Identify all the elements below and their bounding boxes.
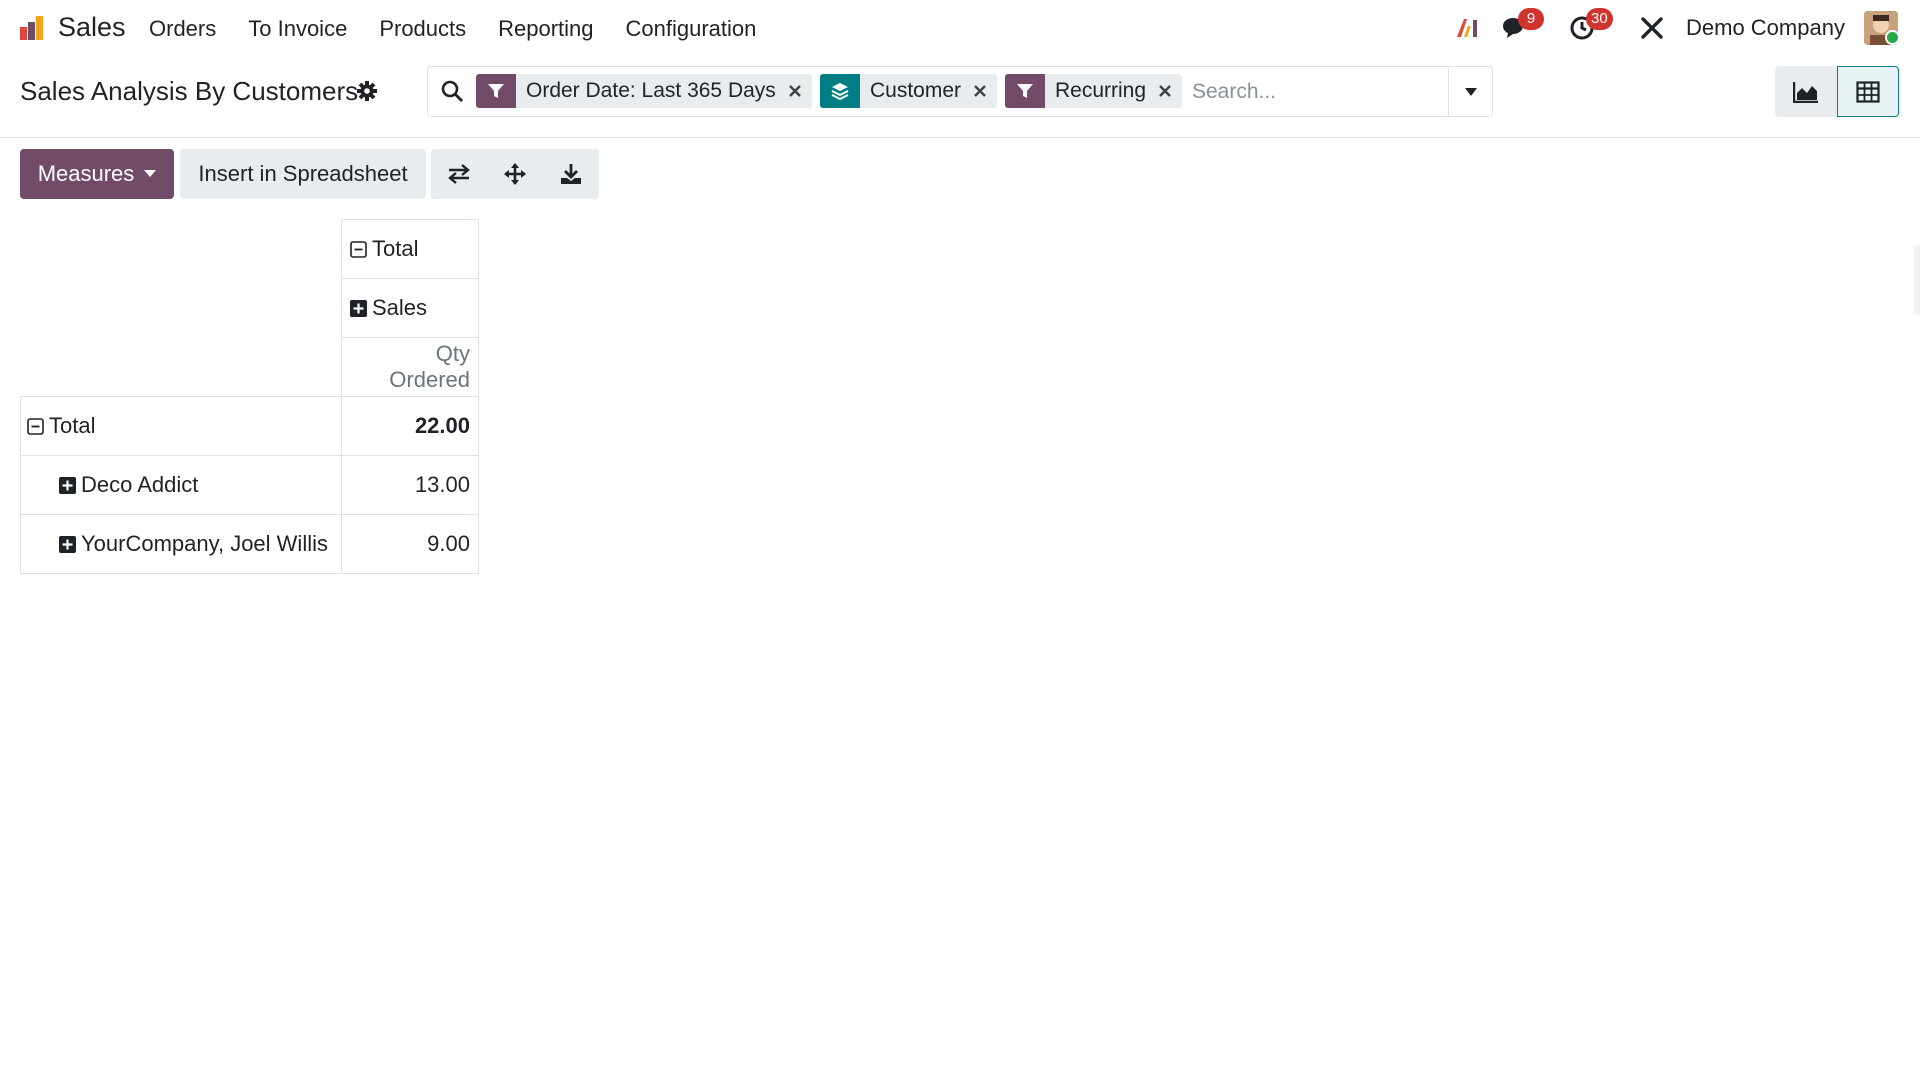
- layers-icon: [820, 74, 860, 108]
- expand-icon: [59, 476, 76, 494]
- cell-value[interactable]: 22.00: [341, 396, 479, 456]
- search-bar: Order Date: Last 365 Days Customer Recur…: [427, 66, 1493, 117]
- table-icon: [1856, 80, 1880, 103]
- table-row: Total 22.00: [20, 396, 479, 456]
- filter-icon: [476, 74, 516, 108]
- facet-label: Order Date: Last 365 Days: [526, 79, 776, 102]
- menu-orders[interactable]: Orders: [149, 16, 216, 42]
- row-label: YourCompany, Joel Willis: [81, 531, 328, 556]
- menu-configuration[interactable]: Configuration: [626, 16, 757, 42]
- pivot-corner: [21, 279, 342, 338]
- row-header-total[interactable]: Total: [20, 396, 342, 456]
- measures-label: Measures: [37, 161, 135, 186]
- download-button[interactable]: [543, 149, 599, 199]
- col-header-label: Total: [372, 236, 419, 261]
- pivot-corner: [21, 220, 342, 279]
- view-switcher: [1775, 66, 1900, 117]
- chat-icon[interactable]: 9: [1500, 8, 1544, 42]
- pivot-corner: [21, 338, 342, 397]
- facet-recurring: Recurring: [1005, 74, 1183, 108]
- ai-icon[interactable]: [1454, 14, 1482, 42]
- row-label: Deco Addict: [81, 472, 199, 497]
- collapse-icon: [350, 240, 367, 258]
- view-pivot-button[interactable]: [1837, 66, 1899, 117]
- col-header-sales[interactable]: Sales: [341, 278, 479, 338]
- menu-to-invoice[interactable]: To Invoice: [248, 16, 347, 42]
- company-switcher[interactable]: Demo Company: [1686, 15, 1845, 41]
- facet-customer: Customer: [820, 74, 998, 108]
- measure-header[interactable]: Qty Ordered: [341, 337, 479, 397]
- online-status-dot: [1885, 30, 1900, 45]
- search-input[interactable]: [1192, 75, 1432, 109]
- facet-remove-icon[interactable]: [1156, 74, 1182, 108]
- tools-icon[interactable]: [1638, 14, 1666, 42]
- side-panel-handle[interactable]: [1914, 245, 1920, 315]
- table-row: Deco Addict 13.00: [20, 455, 479, 515]
- menu-reporting[interactable]: Reporting: [498, 16, 593, 42]
- measures-button[interactable]: Measures: [20, 149, 174, 199]
- view-graph-button[interactable]: [1775, 66, 1837, 117]
- messages-badge: 9: [1518, 8, 1544, 30]
- filter-icon: [1005, 74, 1045, 108]
- area-chart-icon: [1793, 81, 1818, 103]
- pivot-actions: [431, 149, 599, 199]
- clock-icon[interactable]: 30: [1568, 8, 1613, 42]
- menu-products[interactable]: Products: [379, 16, 466, 42]
- search-icon[interactable]: [440, 79, 464, 103]
- activities-badge: 30: [1586, 8, 1613, 30]
- facet-remove-icon[interactable]: [971, 74, 997, 108]
- search-options-toggle[interactable]: [1448, 67, 1492, 116]
- flip-axis-icon: [448, 164, 470, 184]
- table-row: YourCompany, Joel Willis 9.00: [20, 514, 479, 574]
- row-header-deco-addict[interactable]: Deco Addict: [20, 455, 342, 515]
- collapse-icon: [27, 417, 44, 435]
- caret-down-icon: [1464, 87, 1477, 96]
- row-header-yourcompany-joel-willis[interactable]: YourCompany, Joel Willis: [20, 514, 342, 574]
- top-navbar: Sales Orders To Invoice Products Reporti…: [0, 0, 1920, 56]
- cell-value[interactable]: 13.00: [341, 455, 479, 515]
- main-menu: Orders To Invoice Products Reporting Con…: [149, 16, 788, 42]
- expand-icon: [59, 535, 76, 553]
- sales-app-icon[interactable]: [18, 14, 46, 42]
- col-header-total[interactable]: Total: [341, 219, 479, 279]
- control-panel: Sales Analysis By Customers Order Date: …: [0, 56, 1920, 138]
- insert-spreadsheet-label: Insert in Spreadsheet: [198, 161, 408, 186]
- col-header-label: Sales: [372, 295, 428, 320]
- app-name[interactable]: Sales: [58, 12, 126, 43]
- expand-all-icon: [504, 163, 526, 185]
- facet-order-date: Order Date: Last 365 Days: [476, 74, 812, 108]
- insert-spreadsheet-button[interactable]: Insert in Spreadsheet: [180, 149, 426, 199]
- cell-value[interactable]: 9.00: [341, 514, 479, 574]
- row-label: Total: [49, 413, 96, 438]
- caret-down-icon: [144, 170, 157, 177]
- gear-icon[interactable]: [356, 80, 378, 102]
- download-icon: [561, 164, 581, 184]
- facet-label: Customer: [870, 79, 962, 102]
- facet-remove-icon[interactable]: [786, 74, 812, 108]
- expand-icon: [350, 299, 367, 317]
- page-title: Sales Analysis By Customers: [20, 76, 359, 106]
- flip-axis-button[interactable]: [431, 149, 487, 199]
- facet-label: Recurring: [1055, 79, 1147, 102]
- expand-all-button[interactable]: [487, 149, 543, 199]
- pivot-table: Total Sales Qty Ordered Total 22.00 Deco…: [20, 219, 479, 574]
